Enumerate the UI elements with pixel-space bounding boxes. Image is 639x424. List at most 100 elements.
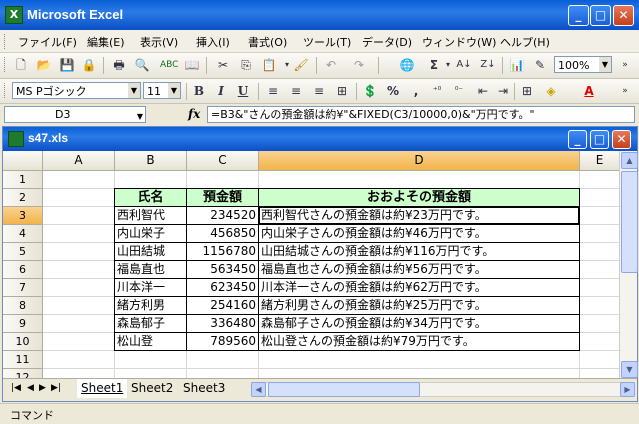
print-preview-icon[interactable]: 🔍 [133,56,151,74]
table-cell-approx-deposit[interactable]: 緒方利男さんの預金額は約¥25万円です。 [258,296,580,315]
permission-icon[interactable]: 🔒 [80,56,98,74]
percent-button[interactable]: % [384,82,402,100]
row-header[interactable]: 10 [3,333,43,351]
row-header[interactable]: 7 [3,279,43,297]
empty-cell[interactable] [580,261,620,279]
chevron-down-icon[interactable]: ▼ [168,83,180,98]
empty-cell[interactable] [43,189,115,207]
merge-center-icon[interactable]: ⊞ [333,82,351,100]
workbook-icon[interactable] [8,131,24,147]
empty-cell[interactable] [580,351,620,369]
menu-help[interactable]: ヘルプ(H) [500,34,550,50]
vertical-scrollbar[interactable]: ▲ ▼ [619,151,638,379]
table-cell-deposit[interactable]: 563450 [186,260,259,279]
scroll-up-icon[interactable]: ▲ [621,152,638,169]
minimize-button[interactable]: _ [568,5,589,26]
align-left-icon[interactable]: ≡ [264,82,282,100]
empty-cell[interactable] [115,351,187,369]
new-file-icon[interactable]: 🗋 [12,56,30,74]
save-icon[interactable]: 💾 [58,56,76,74]
row-header[interactable]: 1 [3,171,43,189]
zoom-combo[interactable]: 100% ▼ [554,56,612,73]
table-cell-name[interactable]: 山田結城 [114,242,187,261]
insert-function-icon[interactable]: fx [188,107,200,121]
empty-cell[interactable] [580,189,620,207]
research-icon[interactable]: 📖 [183,56,201,74]
row-header[interactable]: 3 [3,207,43,225]
table-header-deposit[interactable]: 預金額 [186,188,259,207]
row-header[interactable]: 4 [3,225,43,243]
empty-cell[interactable] [43,171,115,189]
menu-grip[interactable] [4,34,8,49]
table-cell-deposit[interactable]: 254160 [186,296,259,315]
formula-input[interactable]: =B3&"さんの預金額は約¥"&FIXED(C3/10000,0)&"万円です。… [207,106,635,123]
column-header-b[interactable]: B [115,151,187,171]
horizontal-scroll-thumb[interactable] [268,382,420,397]
increase-indent-icon[interactable]: ⇥ [494,82,512,100]
sort-ascending-icon[interactable]: A↓ [455,56,473,74]
menu-tools[interactable]: ツール(T) [303,34,351,50]
copy-icon[interactable]: ⎘ [237,56,255,74]
table-cell-name[interactable]: 西利智代 [114,206,187,225]
close-button[interactable]: ✕ [613,5,634,26]
chevron-down-icon[interactable]: ▼ [137,109,143,124]
empty-cell[interactable] [580,297,620,315]
print-icon[interactable]: 🖶 [110,56,128,74]
empty-cell[interactable] [187,171,259,189]
empty-cell[interactable] [43,225,115,243]
workbook-minimize-button[interactable]: _ [568,130,587,149]
menu-format[interactable]: 書式(O) [248,34,287,50]
row-header[interactable]: 9 [3,315,43,333]
format-painter-icon[interactable]: 🖌 [292,56,310,74]
column-header-d[interactable]: D [259,151,580,171]
drawing-icon[interactable]: ✎ [531,56,549,74]
table-cell-name[interactable]: 福島直也 [114,260,187,279]
table-header-name[interactable]: 氏名 [114,188,187,207]
excel-app-icon[interactable]: X [5,6,23,24]
table-cell-name[interactable]: 内山栄子 [114,224,187,243]
menu-data[interactable]: データ(D) [362,34,412,50]
undo-icon[interactable]: ↶ [322,56,340,74]
table-cell-deposit[interactable]: 336480 [186,314,259,333]
empty-cell[interactable] [43,243,115,261]
comma-style-button[interactable]: , [407,82,425,100]
empty-cell[interactable] [43,279,115,297]
align-center-icon[interactable]: ≡ [287,82,305,100]
empty-cell[interactable] [580,171,620,189]
row-header[interactable]: 2 [3,189,43,207]
chart-wizard-icon[interactable]: 📊 [508,56,526,74]
tab-sheet3[interactable]: Sheet3 [179,379,229,397]
underline-button[interactable]: U [234,82,252,100]
empty-cell[interactable] [259,351,580,369]
table-cell-deposit[interactable]: 456850 [186,224,259,243]
table-cell-name[interactable]: 松山登 [114,332,187,351]
table-cell-approx-deposit[interactable]: 西利智代さんの預金額は約¥23万円です。 [258,206,580,225]
empty-cell[interactable] [43,315,115,333]
font-color-button[interactable]: A [580,82,598,100]
select-all-corner[interactable] [3,151,43,171]
italic-button[interactable]: I [212,82,230,100]
menu-view[interactable]: 表示(V) [140,34,178,50]
currency-icon[interactable]: 💲 [361,82,379,100]
name-box[interactable]: D3 ▼ [4,106,146,123]
bold-button[interactable]: B [190,82,208,100]
row-header[interactable]: 5 [3,243,43,261]
empty-cell[interactable] [187,351,259,369]
empty-cell[interactable] [580,333,620,351]
workbook-maximize-button[interactable]: □ [590,130,609,149]
table-cell-deposit[interactable]: 623450 [186,278,259,297]
table-cell-deposit[interactable]: 1156780 [186,242,259,261]
table-cell-approx-deposit[interactable]: 松山登さんの預金額は約¥79万円です。 [258,332,580,351]
next-sheet-icon[interactable]: ▶ [39,383,46,393]
toolbar-options-icon[interactable]: » [616,82,634,100]
table-cell-approx-deposit[interactable]: 福島直也さんの預金額は約¥56万円です。 [258,260,580,279]
menu-file[interactable]: ファイル(F) [18,34,77,50]
empty-cell[interactable] [43,261,115,279]
prev-sheet-icon[interactable]: ◀ [27,383,34,393]
sort-descending-icon[interactable]: Z↓ [479,56,497,74]
last-sheet-icon[interactable]: ▶| [51,383,61,393]
scroll-thumb[interactable] [621,171,638,273]
toolbar-grip[interactable] [4,57,8,72]
table-cell-deposit[interactable]: 234520 [186,206,259,225]
row-header[interactable]: 11 [3,351,43,369]
